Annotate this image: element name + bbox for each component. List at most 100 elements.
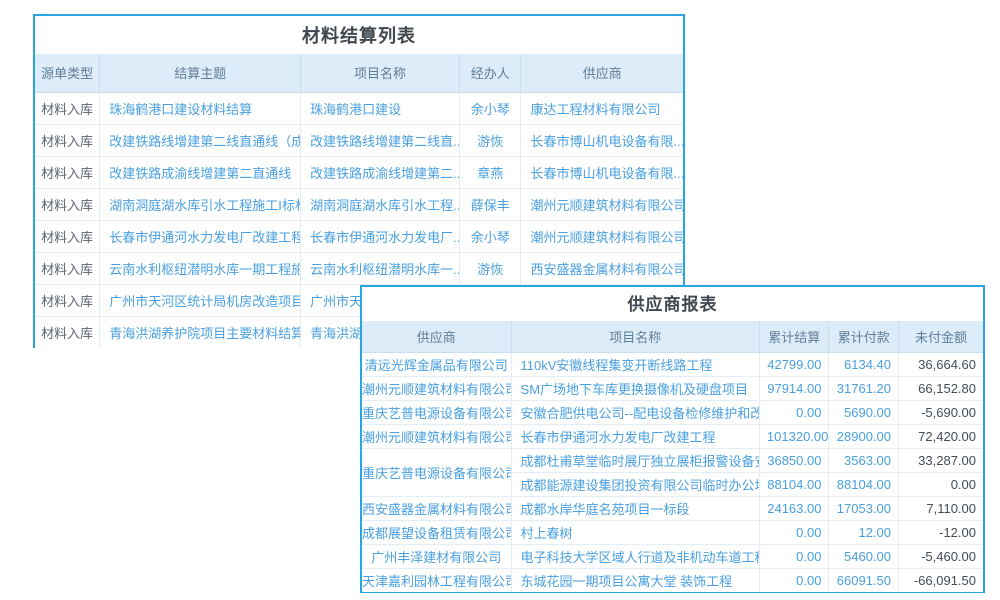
cell-unpaid-amount: 0.00 — [899, 472, 983, 496]
cell-total-paid[interactable]: 5460.00 — [829, 544, 899, 568]
col-header-total-paid: 累计付款 — [829, 321, 899, 352]
cell-total-paid[interactable]: 3563.00 — [829, 448, 899, 472]
table-row[interactable]: 潮州元顺建筑材料有限公司SM广场地下车库更换摄像机及硬盘项目97914.0031… — [362, 376, 983, 400]
cell-settlement-subject[interactable]: 改建铁路成渝线增建第二直通线（... — [100, 156, 301, 188]
cell-supplier[interactable]: 潮州元顺建筑材料有限公司 — [521, 188, 683, 220]
cell-total-paid[interactable]: 17053.00 — [829, 496, 899, 520]
cell-project-name[interactable]: 珠海鹤港口建设 — [301, 92, 460, 124]
table-row[interactable]: 材料入库湖南洞庭湖水库引水工程施工I标材...湖南洞庭湖水库引水工程...薛保丰… — [35, 188, 683, 220]
table-row[interactable]: 材料入库珠海鹤港口建设材料结算珠海鹤港口建设余小琴康达工程材料有限公司 — [35, 92, 683, 124]
cell-settlement-subject[interactable]: 长春市伊通河水力发电厂改建工程... — [100, 220, 301, 252]
col-header-handler: 经办人 — [459, 54, 521, 92]
table-row[interactable]: 材料入库云南水利枢纽潜明水库一期工程施...云南水利枢纽潜明水库一...游恢西安… — [35, 252, 683, 284]
table-row[interactable]: 潮州元顺建筑材料有限公司长春市伊通河水力发电厂改建工程101320.002890… — [362, 424, 983, 448]
cell-total-settled[interactable]: 36850.00 — [759, 448, 829, 472]
cell-project-name[interactable]: SM广场地下车库更换摄像机及硬盘项目 — [511, 376, 759, 400]
cell-supplier[interactable]: 长春市博山机电设备有限... — [521, 124, 683, 156]
cell-total-settled[interactable]: 97914.00 — [759, 376, 829, 400]
cell-supplier[interactable]: 潮州元顺建筑材料有限公司 — [521, 220, 683, 252]
cell-project-name[interactable]: 110kV安徽线程集变开断线路工程 — [511, 352, 759, 376]
cell-project-name[interactable]: 改建铁路成渝线增建第二... — [301, 156, 460, 188]
cell-supplier[interactable]: 潮州元顺建筑材料有限公司 — [362, 424, 511, 448]
cell-settlement-subject[interactable]: 青海洪湖养护院项目主要材料结算 — [100, 316, 301, 348]
cell-total-paid[interactable]: 66091.50 — [829, 568, 899, 592]
cell-total-paid[interactable]: 6134.40 — [829, 352, 899, 376]
cell-project-name[interactable]: 电子科技大学区域人行道及非机动车道工程施工 — [511, 544, 759, 568]
cell-project-name[interactable]: 成都水岸华庭名苑项目一标段 — [511, 496, 759, 520]
cell-total-paid[interactable]: 28900.00 — [829, 424, 899, 448]
table-row[interactable]: 材料入库改建铁路线增建第二线直通线（成...改建铁路线增建第二线直...游恢长春… — [35, 124, 683, 156]
cell-supplier[interactable]: 清远光辉金属品有限公司 — [362, 352, 511, 376]
cell-supplier[interactable]: 西安盛器金属材料有限公司 — [521, 252, 683, 284]
table-row[interactable]: 重庆艺普电源设备有限公司成都杜甫草堂临时展厅独立展柜报警设备安装项36850.0… — [362, 448, 983, 472]
cell-settlement-subject[interactable]: 广州市天河区统计局机房改造项目... — [100, 284, 301, 316]
cell-handler[interactable]: 章燕 — [459, 156, 521, 188]
table-row[interactable]: 清远光辉金属品有限公司110kV安徽线程集变开断线路工程42799.006134… — [362, 352, 983, 376]
cell-total-paid[interactable]: 12.00 — [829, 520, 899, 544]
cell-total-settled[interactable]: 0.00 — [759, 520, 829, 544]
cell-total-paid[interactable]: 5690.00 — [829, 400, 899, 424]
cell-source-type: 材料入库 — [35, 156, 100, 188]
table-row[interactable]: 材料入库长春市伊通河水力发电厂改建工程...长春市伊通河水力发电厂...余小琴潮… — [35, 220, 683, 252]
header-row: 供应商 项目名称 累计结算 累计付款 未付金额 — [362, 321, 983, 352]
cell-source-type: 材料入库 — [35, 92, 100, 124]
cell-supplier[interactable]: 康达工程材料有限公司 — [521, 92, 683, 124]
cell-project-name[interactable]: 东城花园一期项目公寓大堂 装饰工程 — [511, 568, 759, 592]
cell-settlement-subject[interactable]: 珠海鹤港口建设材料结算 — [100, 92, 301, 124]
cell-project-name[interactable]: 长春市伊通河水力发电厂改建工程 — [511, 424, 759, 448]
cell-project-name[interactable]: 安徽合肥供电公司--配电设备检修维护和改造 — [511, 400, 759, 424]
cell-project-name[interactable]: 云南水利枢纽潜明水库一... — [301, 252, 460, 284]
cell-settlement-subject[interactable]: 云南水利枢纽潜明水库一期工程施... — [100, 252, 301, 284]
cell-total-settled[interactable]: 24163.00 — [759, 496, 829, 520]
cell-settlement-subject[interactable]: 湖南洞庭湖水库引水工程施工I标材... — [100, 188, 301, 220]
cell-unpaid-amount: -12.00 — [899, 520, 983, 544]
cell-handler[interactable]: 余小琴 — [459, 92, 521, 124]
table-row[interactable]: 天津嘉利园林工程有限公司东城花园一期项目公寓大堂 装饰工程0.0066091.5… — [362, 568, 983, 592]
table-row[interactable]: 成都展望设备租赁有限公司村上春树0.0012.00-12.00 — [362, 520, 983, 544]
cell-source-type: 材料入库 — [35, 316, 100, 348]
supplier-report-title: 供应商报表 — [362, 287, 983, 321]
col-header-settlement-subject: 结算主题 — [100, 54, 301, 92]
cell-project-name[interactable]: 长春市伊通河水力发电厂... — [301, 220, 460, 252]
cell-handler[interactable]: 薛保丰 — [459, 188, 521, 220]
cell-project-name[interactable]: 湖南洞庭湖水库引水工程... — [301, 188, 460, 220]
cell-handler[interactable]: 游恢 — [459, 124, 521, 156]
cell-supplier[interactable]: 西安盛器金属材料有限公司 — [362, 496, 511, 520]
cell-project-name[interactable]: 村上春树 — [511, 520, 759, 544]
cell-unpaid-amount: 33,287.00 — [899, 448, 983, 472]
table-row[interactable]: 材料入库改建铁路成渝线增建第二直通线（...改建铁路成渝线增建第二...章燕长春… — [35, 156, 683, 188]
cell-supplier[interactable]: 长春市博山机电设备有限... — [521, 156, 683, 188]
cell-source-type: 材料入库 — [35, 124, 100, 156]
cell-project-name[interactable]: 成都杜甫草堂临时展厅独立展柜报警设备安装项 — [511, 448, 759, 472]
cell-total-settled[interactable]: 0.00 — [759, 544, 829, 568]
cell-supplier[interactable]: 成都展望设备租赁有限公司 — [362, 520, 511, 544]
cell-total-settled[interactable]: 42799.00 — [759, 352, 829, 376]
cell-supplier[interactable]: 重庆艺普电源设备有限公司 — [362, 448, 511, 496]
col-header-total-settled: 累计结算 — [759, 321, 829, 352]
cell-supplier[interactable]: 潮州元顺建筑材料有限公司 — [362, 376, 511, 400]
cell-supplier[interactable]: 天津嘉利园林工程有限公司 — [362, 568, 511, 592]
cell-total-settled[interactable]: 0.00 — [759, 568, 829, 592]
cell-total-settled[interactable]: 0.00 — [759, 400, 829, 424]
cell-unpaid-amount: 66,152.80 — [899, 376, 983, 400]
table-row[interactable]: 广州丰泽建材有限公司电子科技大学区域人行道及非机动车道工程施工0.005460.… — [362, 544, 983, 568]
cell-supplier[interactable]: 重庆艺普电源设备有限公司 — [362, 400, 511, 424]
cell-total-paid[interactable]: 31761.20 — [829, 376, 899, 400]
cell-unpaid-amount: -66,091.50 — [899, 568, 983, 592]
cell-supplier[interactable]: 广州丰泽建材有限公司 — [362, 544, 511, 568]
supplier-report-panel: 供应商报表 供应商 项目名称 累计结算 累计付款 未付金额 清远光辉金属品有限公… — [360, 285, 985, 593]
cell-total-paid[interactable]: 88104.00 — [829, 472, 899, 496]
cell-handler[interactable]: 游恢 — [459, 252, 521, 284]
material-table-header: 源单类型 结算主题 项目名称 经办人 供应商 — [35, 54, 683, 92]
cell-total-settled[interactable]: 88104.00 — [759, 472, 829, 496]
cell-handler[interactable]: 余小琴 — [459, 220, 521, 252]
cell-total-settled[interactable]: 101320.00 — [759, 424, 829, 448]
table-row[interactable]: 西安盛器金属材料有限公司成都水岸华庭名苑项目一标段24163.0017053.0… — [362, 496, 983, 520]
cell-project-name[interactable]: 改建铁路线增建第二线直... — [301, 124, 460, 156]
supplier-table-body: 清远光辉金属品有限公司110kV安徽线程集变开断线路工程42799.006134… — [362, 352, 983, 592]
header-row: 源单类型 结算主题 项目名称 经办人 供应商 — [35, 54, 683, 92]
cell-settlement-subject[interactable]: 改建铁路线增建第二线直通线（成... — [100, 124, 301, 156]
table-row[interactable]: 重庆艺普电源设备有限公司安徽合肥供电公司--配电设备检修维护和改造0.00569… — [362, 400, 983, 424]
cell-project-name[interactable]: 成都能源建设集团投资有限公司临时办公场所装 — [511, 472, 759, 496]
cell-source-type: 材料入库 — [35, 220, 100, 252]
